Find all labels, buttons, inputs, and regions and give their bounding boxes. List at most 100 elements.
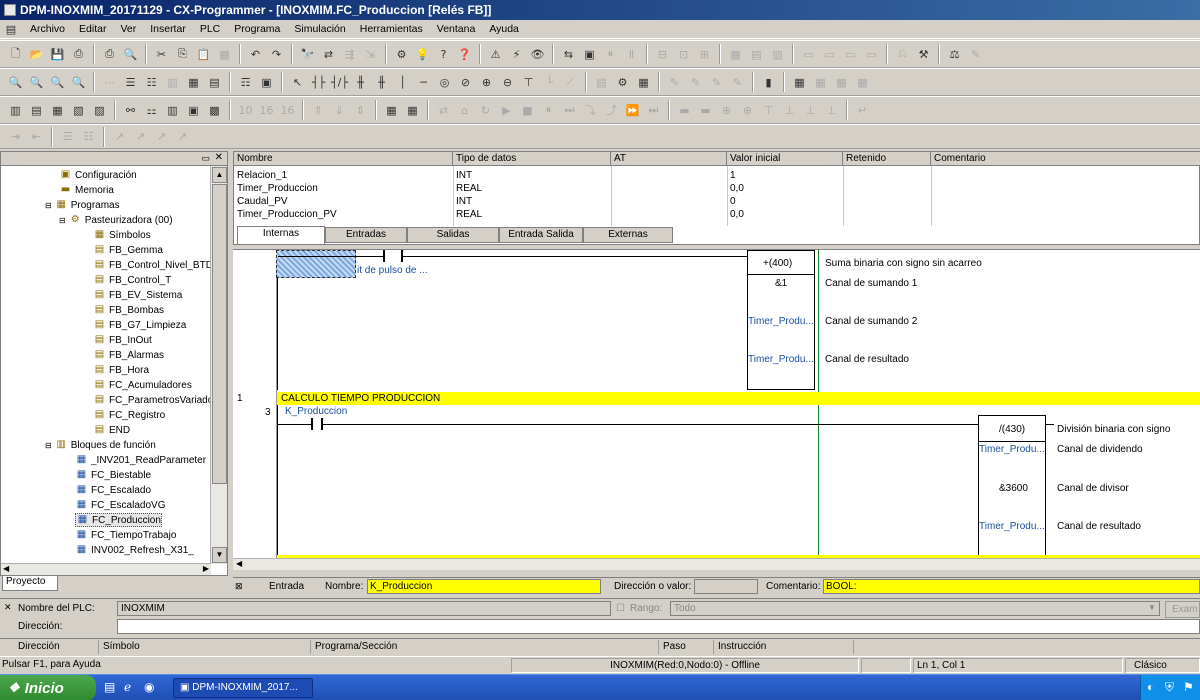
plc-icon[interactable]: ⚙ xyxy=(613,73,632,92)
indent-icon[interactable]: ⇥ xyxy=(6,127,25,146)
watch-icon[interactable]: ▦ xyxy=(790,73,809,92)
display-bin-icon[interactable]: 16 xyxy=(278,101,297,120)
tray-shield-icon[interactable]: ⛨ xyxy=(1165,680,1174,695)
menu-insertar[interactable]: Insertar xyxy=(148,23,188,35)
range-select[interactable]: Todo xyxy=(670,601,1160,616)
draw-line2-icon[interactable]: ⟋ xyxy=(561,73,580,92)
replace-icon[interactable]: ⇄ xyxy=(319,45,338,64)
tree-item-section[interactable]: ▤ FB_Alarmas xyxy=(93,348,164,362)
collapse-icon[interactable]: ⊟ xyxy=(45,441,52,450)
output-col-paso[interactable]: Paso xyxy=(659,640,714,654)
tree-item-pasteurizadora[interactable]: ⊟ ⚙ Pasteurizadora (00) xyxy=(59,213,173,227)
watch3-icon[interactable]: ▦ xyxy=(832,73,851,92)
tab-entrada-salida[interactable]: Entrada Salida xyxy=(499,227,583,243)
range-checkbox[interactable]: ☐ xyxy=(616,603,625,614)
tree-hscrollbar[interactable]: ◀ ▶ xyxy=(1,563,211,575)
transfer-icon[interactable]: ⇆ xyxy=(559,45,578,64)
address-window-icon[interactable]: ▧ xyxy=(69,101,88,120)
collapse-icon[interactable]: ⊟ xyxy=(45,201,52,210)
grid-icon[interactable]: ▦ xyxy=(726,45,745,64)
close-icon[interactable]: ✕ xyxy=(215,152,223,163)
tree-item-section[interactable]: ▤ FB_Control_T xyxy=(93,273,171,287)
column-header-tipo[interactable]: Tipo de datos xyxy=(453,152,611,166)
io-icon[interactable]: ⚏ xyxy=(142,101,161,120)
plc-name-field[interactable]: INOXMIM xyxy=(117,601,611,616)
zoom-out-icon[interactable]: ⊟ xyxy=(653,45,672,64)
force-icon[interactable]: ⇄ xyxy=(434,101,453,120)
sim-step-in-icon[interactable]: ⏭ xyxy=(560,101,579,120)
menu-ventana[interactable]: Ventana xyxy=(435,23,478,35)
tool4-icon[interactable]: ✎ xyxy=(966,45,985,64)
layout6-icon[interactable]: ⊥ xyxy=(780,101,799,120)
tree-item-fb[interactable]: ▦ FC_EscaladoVG xyxy=(75,498,166,512)
sim-step-over-icon[interactable]: ⤵ xyxy=(581,101,600,120)
uncomment-icon[interactable]: ☷ xyxy=(79,127,98,146)
column-header-retenido[interactable]: Retenido xyxy=(843,152,931,166)
paste-icon[interactable]: 📋 xyxy=(194,45,213,64)
tree-item-section[interactable]: ▤ FB_G7_Limpieza xyxy=(93,318,187,332)
return-icon[interactable]: ↵ xyxy=(853,101,872,120)
layout3-icon[interactable]: ⊕ xyxy=(717,101,736,120)
entry-address-field[interactable] xyxy=(694,579,758,594)
warning-icon[interactable]: ⚠ xyxy=(486,45,505,64)
lamp-icon[interactable]: 💡 xyxy=(413,45,432,64)
window3-icon[interactable]: ▭ xyxy=(841,45,860,64)
start-button[interactable]: ❖ Inicio xyxy=(0,675,96,700)
zoom-reset-icon[interactable]: 🔍 xyxy=(69,73,88,92)
sim-continue-icon[interactable]: ⏩ xyxy=(623,101,642,120)
sim-end-icon[interactable]: ⏭ xyxy=(644,101,663,120)
select-mode-icon[interactable]: ↖ xyxy=(288,73,307,92)
tree-item-section[interactable]: ▤ FB_EV_Sistema xyxy=(93,288,183,302)
stop-icon[interactable]: ⏸ xyxy=(601,45,620,64)
online-edit3-icon[interactable]: ✎ xyxy=(707,73,726,92)
contact-or-icon[interactable]: ╫ xyxy=(351,73,370,92)
properties-icon[interactable]: ⚙ xyxy=(392,45,411,64)
scroll-left-icon[interactable]: ◀ xyxy=(3,564,9,573)
online-edit-icon[interactable]: ✎ xyxy=(665,73,684,92)
contact-no-icon[interactable]: ┤├ xyxy=(309,73,328,92)
div-operand-2[interactable]: &3600 xyxy=(999,483,1028,494)
instruction-icon[interactable]: ⊕ xyxy=(477,73,496,92)
cpu-icon[interactable]: ▣ xyxy=(184,101,203,120)
coil-nc-icon[interactable]: ⊘ xyxy=(456,73,475,92)
scroll-right-icon[interactable]: ▶ xyxy=(203,564,209,573)
tree-item-programas[interactable]: ⊟ ▦ Programas xyxy=(45,198,120,212)
output-col-instruccion[interactable]: Instrucción xyxy=(714,640,854,654)
output-col-simbolo[interactable]: Símbolo xyxy=(99,640,311,654)
scroll-up-icon[interactable]: ▲ xyxy=(212,167,227,183)
tree-item-fb[interactable]: ▦ FC_Biestable xyxy=(75,468,151,482)
monitor-icon[interactable]: 👁 xyxy=(528,45,547,64)
sim-icon[interactable]: ⌂ xyxy=(455,101,474,120)
quicklaunch-icon[interactable]: ▤ xyxy=(104,680,115,694)
tray-network-icon[interactable]: ⚑ xyxy=(1183,680,1194,694)
add-operand-3[interactable]: Timer_Produ... xyxy=(748,354,814,365)
menu-ayuda[interactable]: Ayuda xyxy=(487,23,521,35)
sim-stop-icon[interactable]: ■ xyxy=(518,101,537,120)
zoom-in-icon[interactable]: ⊞ xyxy=(695,45,714,64)
zoom-icon[interactable]: 🔍 xyxy=(27,73,46,92)
tree-item-configuracion[interactable]: ▣ Configuración xyxy=(59,168,137,182)
contact-or-nc-icon[interactable]: ╫ xyxy=(372,73,391,92)
ladder-view-icon[interactable]: ☶ xyxy=(236,73,255,92)
menu-plc[interactable]: PLC xyxy=(198,23,222,35)
scroll-left-icon[interactable]: ◀ xyxy=(236,559,242,568)
save-icon[interactable]: 💾 xyxy=(48,45,67,64)
delete-icon[interactable]: ▦ xyxy=(215,45,234,64)
sim-step-out-icon[interactable]: ⤴ xyxy=(602,101,621,120)
layout7-icon[interactable]: ⊥ xyxy=(801,101,820,120)
tree-item-section[interactable]: ▤ FB_Control_Nivel_BTD xyxy=(93,258,211,272)
window4-icon[interactable]: ▭ xyxy=(862,45,881,64)
direccion-field[interactable] xyxy=(117,619,1200,634)
display-dec-icon[interactable]: 10 xyxy=(236,101,255,120)
help-icon[interactable]: ? xyxy=(434,45,453,64)
exam-button[interactable]: Exam xyxy=(1165,601,1200,618)
grid2-icon[interactable]: ▤ xyxy=(747,45,766,64)
zoom-large-icon[interactable]: 🔍 xyxy=(48,73,67,92)
column-icon[interactable]: ▥ xyxy=(163,73,182,92)
find-icon[interactable]: 🔭 xyxy=(298,45,317,64)
tree-item-section[interactable]: ▤ FC_ParametrosVariado xyxy=(93,393,211,407)
cross-ref-icon[interactable]: ▮ xyxy=(759,73,778,92)
var-name[interactable]: Timer_Produccion_PV xyxy=(234,208,337,221)
var-name[interactable]: Caudal_PV xyxy=(234,195,288,208)
context-help-icon[interactable]: ❓ xyxy=(455,45,474,64)
